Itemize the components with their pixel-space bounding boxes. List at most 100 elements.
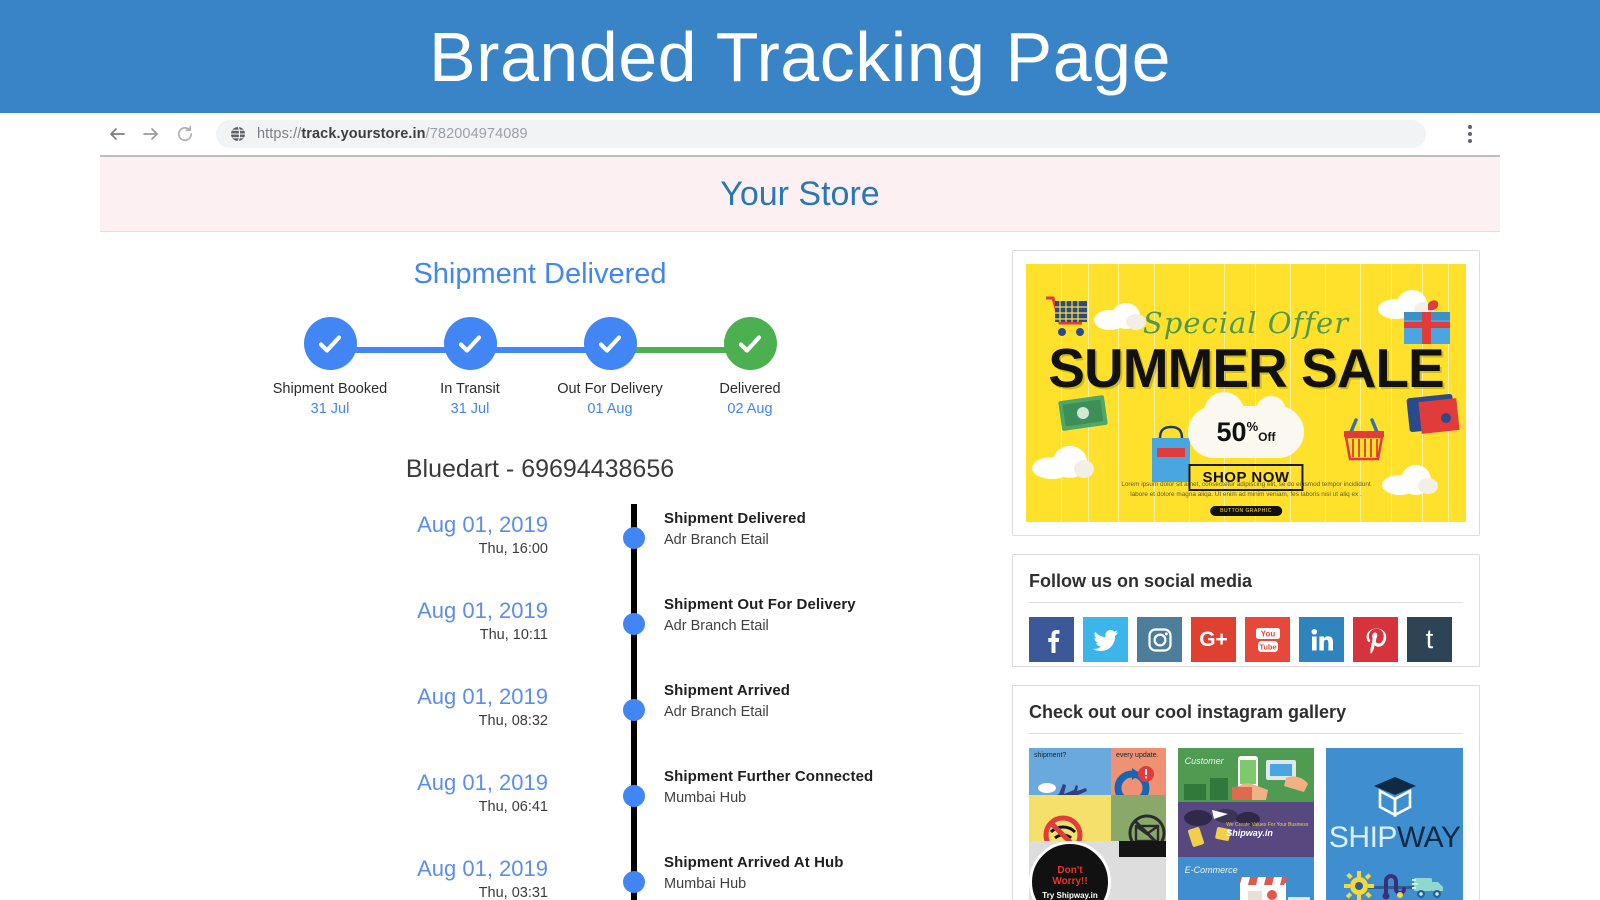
timeline-event-location: Adr Branch Etail <box>664 618 769 634</box>
tracker-step-date: 02 Aug <box>727 401 773 417</box>
gallery-brand-text: Shipway.in <box>1226 828 1273 839</box>
kebab-dot <box>1468 139 1472 143</box>
no-email-icon <box>1128 814 1166 841</box>
instagram-gallery-title: Check out our cool instagram gallery <box>1029 702 1463 734</box>
gallery-image-infographic[interactable]: Customer We Create Values For Your Busin… <box>1177 748 1315 900</box>
timeline-event-date: Aug 01, 2019 <box>417 684 548 709</box>
timeline-event[interactable]: Aug 01, 2019 Thu, 03:31 Shipment Arrived… <box>100 848 980 900</box>
twitter-icon[interactable] <box>1083 617 1128 662</box>
shipway-box-logo-icon <box>1373 776 1416 817</box>
promo-headline: SUMMER SALE <box>1048 337 1444 399</box>
forward-arrow-icon[interactable] <box>134 117 168 151</box>
tracker-step-date: 01 Aug <box>587 401 633 417</box>
gallery-shipway-wordmark: SHIPWAY <box>1328 820 1461 854</box>
tracker-step-date: 31 Jul <box>450 401 490 417</box>
timeline-event[interactable]: Aug 01, 2019 Thu, 08:32 Shipment Arrived… <box>100 676 980 762</box>
house-shape <box>1209 778 1228 801</box>
pinterest-icon[interactable] <box>1353 617 1398 662</box>
timeline-event-datetime: Aug 01, 2019 Thu, 03:31 <box>100 848 602 900</box>
timeline-event[interactable]: Aug 01, 2019 Thu, 06:41 Shipment Further… <box>100 762 980 848</box>
timeline-event-datetime: Aug 01, 2019 Thu, 06:41 <box>100 762 602 848</box>
tumblr-icon[interactable]: t <box>1407 617 1452 662</box>
social-media-card: Follow us on social media G+ You Tube t <box>1012 554 1480 667</box>
address-bar[interactable]: https://track.yourstore.in/782004974089 <box>216 120 1426 148</box>
browser-toolbar: https://track.yourstore.in/782004974089 <box>0 113 1600 155</box>
timeline-event-date: Aug 01, 2019 <box>417 856 548 881</box>
timeline-event[interactable]: Aug 01, 2019 Thu, 16:00 Shipment Deliver… <box>100 504 980 590</box>
timeline-dot-icon <box>623 613 645 635</box>
timeline-event-date: Aug 01, 2019 <box>417 598 548 623</box>
gallery-tile-no-wifi <box>1029 794 1111 841</box>
promo-discount-percent: % <box>1246 418 1259 434</box>
timeline-event-time: Thu, 06:41 <box>478 798 548 815</box>
social-media-links: G+ You Tube t <box>1029 617 1463 666</box>
youtube-icon[interactable]: You Tube <box>1245 617 1290 662</box>
timeline-event[interactable]: Aug 01, 2019 Thu, 10:11 Shipment Out For… <box>100 590 980 676</box>
facebook-icon[interactable] <box>1029 617 1074 662</box>
url-host: track.yourstore.in <box>301 126 426 142</box>
svg-text:You: You <box>1260 629 1275 638</box>
instagram-icon[interactable] <box>1137 617 1182 662</box>
promo-mini-button[interactable]: BUTTON GRAPHIC <box>1210 506 1282 516</box>
timeline-dot-icon <box>623 527 645 549</box>
tracker-step-shipment-booked[interactable]: Shipment Booked 31 Jul <box>260 317 400 417</box>
browser-viewport: Your Store Shipment Delivered Shipment B… <box>100 155 1500 900</box>
back-arrow-icon[interactable] <box>100 117 134 151</box>
tracker-step-out-for-delivery[interactable]: Out For Delivery 01 Aug <box>540 317 680 417</box>
globe-icon <box>230 126 246 142</box>
shipment-status-title: Shipment Delivered <box>413 258 667 290</box>
timeline-event-info: Shipment Further Connected Mumbai Hub <box>602 762 873 848</box>
tracker-step-label: Out For Delivery <box>557 381 663 397</box>
shopping-basket-icon <box>1344 418 1384 461</box>
gear-icon <box>1343 870 1374 900</box>
gallery-dont-worry-badge: Don't Worry!! Try Shipway.in <box>1029 841 1111 900</box>
gallery-shipway-icons-row <box>1343 870 1446 900</box>
tracking-timeline: Aug 01, 2019 Thu, 16:00 Shipment Deliver… <box>100 504 980 900</box>
wordmark-part-ship: SHIP <box>1328 820 1398 854</box>
kebab-menu-icon[interactable] <box>1459 119 1481 149</box>
house-shape <box>1231 787 1252 801</box>
instagram-gallery-grid: shipment? every update. Don't Worry!! Tr… <box>1029 748 1464 900</box>
google-plus-icon[interactable]: G+ <box>1191 617 1236 662</box>
timeline-dot-icon <box>623 785 645 807</box>
store-header: Your Store <box>100 157 1500 232</box>
tracker-step-date: 31 Jul <box>310 401 350 417</box>
timeline-event-date: Aug 01, 2019 <box>417 512 548 537</box>
badge-line-1: Don't <box>1057 864 1083 876</box>
social-media-title: Follow us on social media <box>1029 571 1463 603</box>
reload-icon[interactable] <box>168 117 202 151</box>
linkedin-icon[interactable] <box>1299 617 1344 662</box>
timeline-event-time: Thu, 08:32 <box>478 712 548 729</box>
tracking-page-body: Shipment Delivered Shipment Booked 31 Ju… <box>100 232 1500 900</box>
timeline-event-location: Mumbai Hub <box>664 876 747 892</box>
no-wifi-icon <box>1043 815 1083 841</box>
badge-line-3: Try Shipway.in <box>1042 890 1098 900</box>
timeline-event-date: Aug 01, 2019 <box>417 770 548 795</box>
timeline-event-location: Mumbai Hub <box>664 790 747 806</box>
check-icon <box>583 317 637 370</box>
tracking-right-column: Special Offer SUMMER SALE 50%Off SHOP NO… <box>980 232 1500 900</box>
wordmark-part-way: WAY <box>1396 820 1461 854</box>
promo-fine-print: Lorem ipsum dolor sit amet, consectetur … <box>1121 480 1371 498</box>
summer-sale-banner-image: Special Offer SUMMER SALE 50%Off SHOP NO… <box>1026 264 1466 522</box>
badge-line-2: Worry!! <box>1052 876 1088 887</box>
gallery-tile-alert: every update. <box>1111 748 1166 795</box>
carrier-and-awb: Bluedart - 69694438656 <box>405 455 675 483</box>
gallery-image-dont-worry[interactable]: shipment? every update. Don't Worry!! Tr… <box>1029 748 1166 900</box>
delivery-truck-icon <box>1411 877 1443 898</box>
tracker-step-delivered[interactable]: Delivered 02 Aug <box>680 317 820 417</box>
gallery-band-brand: We Create Values For Your Business Shipw… <box>1177 802 1315 857</box>
tracker-step-label: Shipment Booked <box>272 381 388 397</box>
gallery-image-shipway-logo[interactable]: SHIPWAY <box>1326 748 1464 900</box>
timeline-event-datetime: Aug 01, 2019 Thu, 08:32 <box>100 676 602 762</box>
gallery-caption-left: shipment? <box>1034 752 1067 759</box>
page-banner-title: Branded Tracking Page <box>428 17 1172 96</box>
promo-banner-card[interactable]: Special Offer SUMMER SALE 50%Off SHOP NO… <box>1012 250 1480 536</box>
tracker-step-in-transit[interactable]: In Transit 31 Jul <box>400 317 540 417</box>
page-banner: Branded Tracking Page <box>0 0 1600 113</box>
promo-discount-off: Off <box>1258 429 1276 444</box>
tracking-left-column: Shipment Delivered Shipment Booked 31 Ju… <box>100 232 980 900</box>
browser-nav-buttons <box>100 117 202 151</box>
shipment-progress-tracker: Shipment Booked 31 Jul In Transit 31 Jul <box>260 317 820 425</box>
timeline-event-time: Thu, 03:31 <box>478 884 548 900</box>
